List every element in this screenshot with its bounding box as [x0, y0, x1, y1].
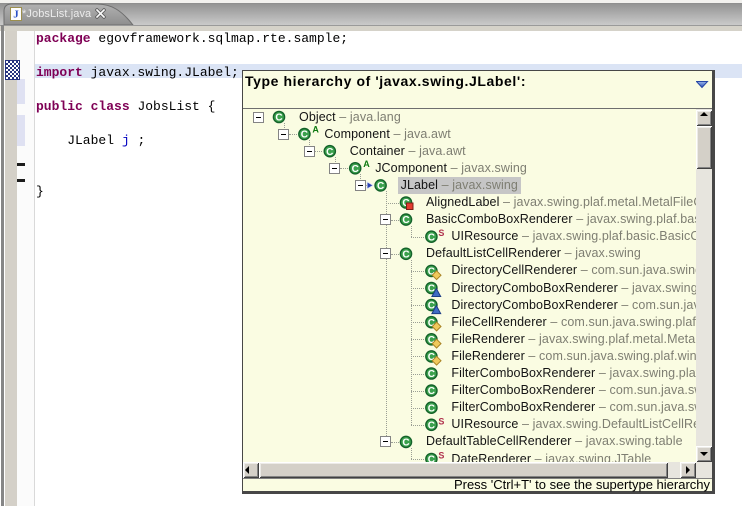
svg-text:A: A — [312, 125, 319, 135]
svg-text:C: C — [326, 147, 333, 158]
svg-text:C: C — [402, 249, 409, 260]
svg-text:C: C — [428, 420, 435, 431]
svg-text:C: C — [402, 438, 409, 449]
svg-text:C: C — [428, 386, 435, 397]
svg-text:C: C — [428, 369, 435, 380]
svg-text:A: A — [363, 159, 370, 169]
svg-text:S: S — [438, 416, 444, 426]
svg-text:C: C — [428, 403, 435, 414]
svg-text:C: C — [428, 232, 435, 243]
svg-text:C: C — [275, 113, 282, 124]
svg-text:C: C — [301, 130, 308, 141]
svg-text:S: S — [438, 451, 444, 461]
svg-text:C: C — [402, 215, 409, 226]
svg-text:S: S — [438, 228, 444, 238]
svg-text:C: C — [352, 164, 359, 175]
svg-text:C: C — [428, 455, 435, 462]
svg-text:J: J — [13, 9, 19, 21]
svg-text:C: C — [377, 181, 384, 192]
